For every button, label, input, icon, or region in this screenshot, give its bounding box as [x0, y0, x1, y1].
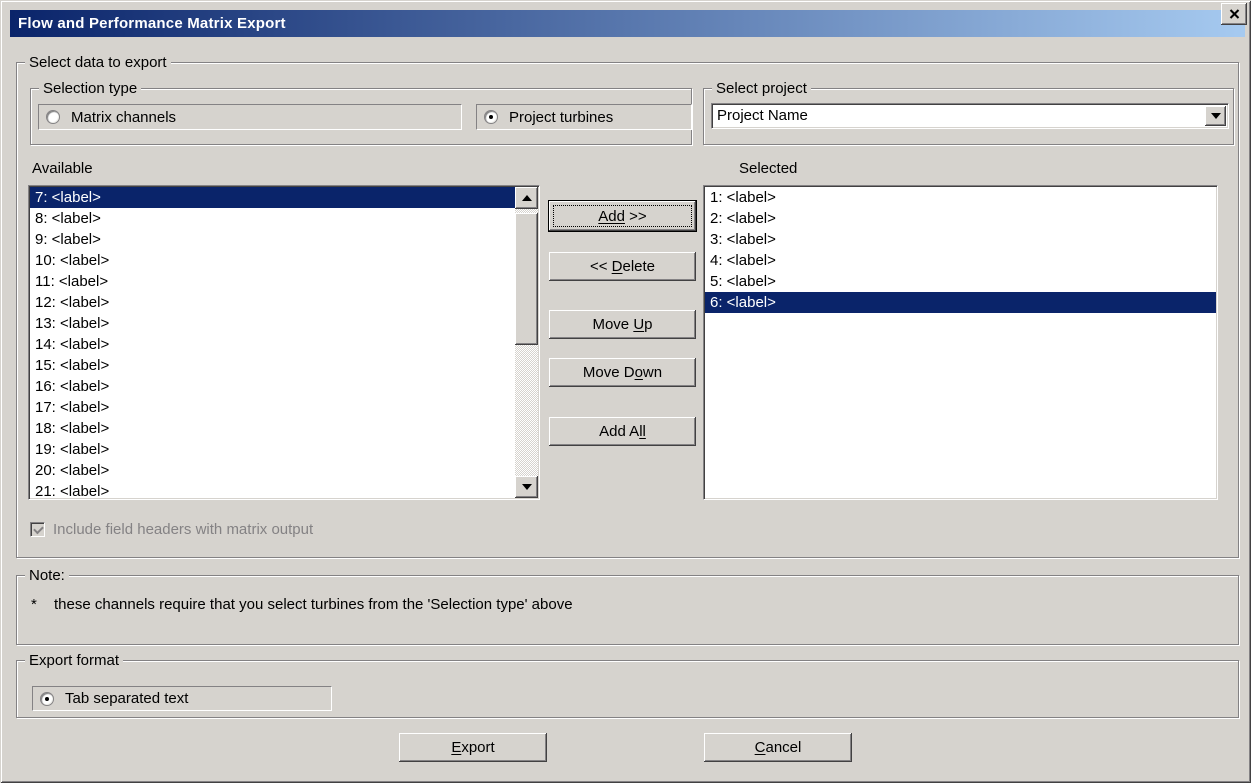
selected-item[interactable]: 6: <label>	[705, 292, 1216, 313]
available-item[interactable]: 12: <label>	[30, 292, 515, 313]
project-select-combobox[interactable]: Project Name	[711, 103, 1229, 129]
move-down-button[interactable]: Move Down	[549, 358, 696, 387]
available-item[interactable]: 10: <label>	[30, 250, 515, 271]
available-scrollbar-thumb[interactable]	[515, 213, 538, 345]
selected-item[interactable]: 2: <label>	[705, 208, 1216, 229]
selected-item[interactable]: 1: <label>	[705, 187, 1216, 208]
available-listbox: 7: <label> 8: <label> 9: <label> 10: <la…	[28, 185, 540, 500]
available-item[interactable]: 21: <label>	[30, 481, 515, 498]
matrix-channels-label[interactable]: Matrix channels	[71, 109, 176, 126]
close-button[interactable]	[1221, 3, 1247, 25]
note-bullet: *	[31, 596, 54, 613]
project-select-dropdown-button[interactable]	[1205, 106, 1226, 126]
project-turbines-label[interactable]: Project turbines	[509, 109, 613, 126]
scroll-down-button[interactable]	[515, 476, 538, 498]
available-item[interactable]: 15: <label>	[30, 355, 515, 376]
select-data-group-label: Select data to export	[25, 54, 171, 71]
available-item[interactable]: 9: <label>	[30, 229, 515, 250]
available-item[interactable]: 19: <label>	[30, 439, 515, 460]
tab-separated-radio[interactable]	[40, 692, 54, 706]
available-item[interactable]: 7: <label>	[30, 187, 515, 208]
cancel-button[interactable]: Cancel	[704, 733, 852, 762]
title-bar[interactable]: Flow and Performance Matrix Export	[10, 10, 1245, 37]
project-turbines-radio[interactable]	[484, 110, 498, 124]
select-project-group-label: Select project	[712, 80, 811, 97]
dialog-window: Flow and Performance Matrix Export Selec…	[0, 0, 1251, 783]
available-scrollbar	[515, 187, 538, 498]
selected-list-label: Selected	[739, 160, 797, 177]
available-item[interactable]: 20: <label>	[30, 460, 515, 481]
export-format-group-label: Export format	[25, 652, 123, 669]
available-item[interactable]: 18: <label>	[30, 418, 515, 439]
available-item[interactable]: 16: <label>	[30, 376, 515, 397]
selected-listbox: 1: <label> 2: <label> 3: <label> 4: <lab…	[703, 185, 1218, 500]
selection-type-group-label: Selection type	[39, 80, 141, 97]
available-rows: 7: <label> 8: <label> 9: <label> 10: <la…	[30, 187, 515, 498]
available-item[interactable]: 14: <label>	[30, 334, 515, 355]
note-group-label: Note:	[25, 567, 69, 584]
add-button[interactable]: Add >>	[549, 201, 696, 231]
tab-separated-option: Tab separated text	[32, 686, 332, 711]
project-select-value: Project Name	[717, 106, 1202, 126]
matrix-channels-radio[interactable]	[46, 110, 60, 124]
export-button[interactable]: Export	[399, 733, 547, 762]
include-headers-row: Include field headers with matrix output	[30, 521, 313, 538]
matrix-channels-option: Matrix channels	[38, 104, 462, 130]
chevron-down-icon	[1211, 113, 1221, 119]
focus-rectangle	[553, 205, 692, 227]
include-headers-checkbox	[30, 522, 45, 537]
tab-separated-label[interactable]: Tab separated text	[65, 690, 188, 707]
close-icon	[1229, 9, 1240, 19]
available-list-label: Available	[32, 160, 93, 177]
add-all-button[interactable]: Add All	[549, 417, 696, 446]
selected-item[interactable]: 3: <label>	[705, 229, 1216, 250]
window-title: Flow and Performance Matrix Export	[18, 15, 286, 32]
available-item[interactable]: 8: <label>	[30, 208, 515, 229]
delete-button[interactable]: << Delete	[549, 252, 696, 281]
available-item[interactable]: 13: <label>	[30, 313, 515, 334]
arrow-up-icon	[522, 195, 532, 201]
available-item[interactable]: 17: <label>	[30, 397, 515, 418]
move-up-button[interactable]: Move Up	[549, 310, 696, 339]
available-item[interactable]: 11: <label>	[30, 271, 515, 292]
scroll-up-button[interactable]	[515, 187, 538, 209]
project-turbines-option: Project turbines	[476, 104, 692, 130]
arrow-down-icon	[522, 484, 532, 490]
selected-item[interactable]: 5: <label>	[705, 271, 1216, 292]
selected-rows: 1: <label> 2: <label> 3: <label> 4: <lab…	[705, 187, 1216, 498]
selected-item[interactable]: 4: <label>	[705, 250, 1216, 271]
note-text: these channels require that you select t…	[54, 596, 573, 613]
note-text-line: * these channels require that you select…	[31, 596, 573, 613]
include-headers-label: Include field headers with matrix output	[53, 521, 313, 538]
